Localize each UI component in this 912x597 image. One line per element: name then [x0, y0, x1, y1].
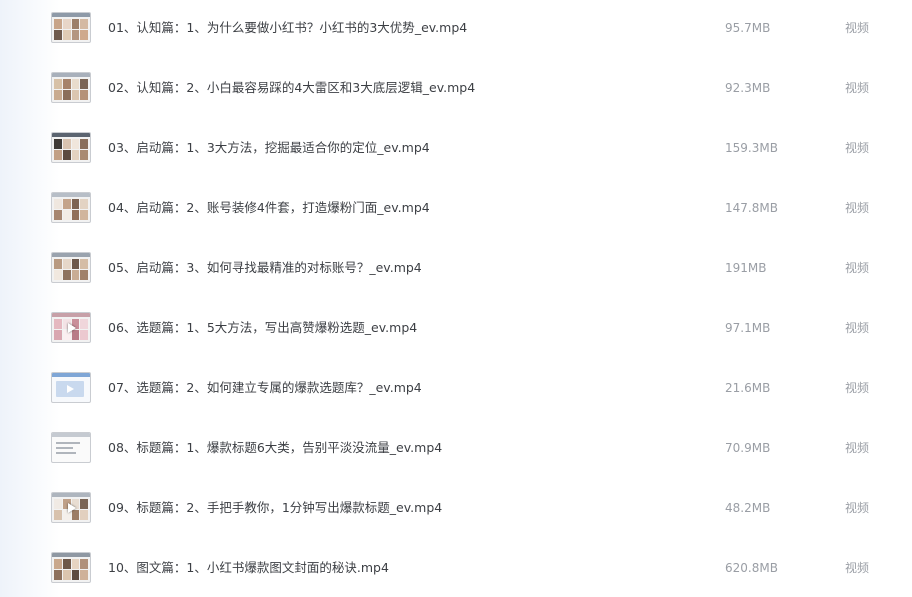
video-thumbnail-icon [51, 372, 91, 403]
file-row[interactable]: 07、选题篇：2、如何建立专属的爆款选题库？_ev.mp4 21.6MB 视频 [0, 366, 912, 410]
file-type: 视频 [845, 141, 870, 155]
file-type: 视频 [845, 321, 870, 335]
video-thumbnail-icon [51, 492, 91, 523]
file-size: 48.2MB [725, 501, 771, 515]
file-name: 04、启动篇：2、账号装修4件套，打造爆粉门面_ev.mp4 [108, 200, 430, 215]
file-row[interactable]: 05、启动篇：3、如何寻找最精准的对标账号？_ev.mp4 191MB 视频 [0, 246, 912, 290]
video-thumbnail-icon [51, 132, 91, 163]
file-name: 02、认知篇：2、小白最容易踩的4大雷区和3大底层逻辑_ev.mp4 [108, 80, 476, 95]
file-type: 视频 [845, 81, 870, 95]
file-type: 视频 [845, 201, 870, 215]
file-name: 10、图文篇：1、小红书爆款图文封面的秘诀.mp4 [108, 560, 389, 575]
file-row[interactable]: 09、标题篇：2、手把手教你，1分钟写出爆款标题_ev.mp4 48.2MB 视… [0, 486, 912, 530]
file-list: 01、认知篇：1、为什么要做小红书？小红书的3大优势_ev.mp4 95.7MB… [0, 0, 912, 597]
file-row[interactable]: 06、选题篇：1、5大方法，写出高赞爆粉选题_ev.mp4 97.1MB 视频 [0, 306, 912, 350]
file-name: 08、标题篇：1、爆款标题6大类，告别平淡没流量_ev.mp4 [108, 440, 443, 455]
file-name: 09、标题篇：2、手把手教你，1分钟写出爆款标题_ev.mp4 [108, 500, 443, 515]
file-size: 95.7MB [725, 21, 771, 35]
video-thumbnail-icon [51, 552, 91, 583]
file-size: 92.3MB [725, 81, 771, 95]
file-row[interactable]: 10、图文篇：1、小红书爆款图文封面的秘诀.mp4 620.8MB 视频 [0, 546, 912, 590]
video-thumbnail-icon [51, 192, 91, 223]
file-size: 147.8MB [725, 201, 778, 215]
file-size: 191MB [725, 261, 767, 275]
file-name: 05、启动篇：3、如何寻找最精准的对标账号？_ev.mp4 [108, 260, 422, 275]
file-type: 视频 [845, 501, 870, 515]
video-thumbnail-icon [51, 312, 91, 343]
video-thumbnail-icon [51, 12, 91, 43]
file-size: 159.3MB [725, 141, 778, 155]
file-type: 视频 [845, 381, 870, 395]
file-type: 视频 [845, 441, 870, 455]
file-type: 视频 [845, 561, 870, 575]
file-size: 620.8MB [725, 561, 778, 575]
file-row[interactable]: 04、启动篇：2、账号装修4件套，打造爆粉门面_ev.mp4 147.8MB 视… [0, 186, 912, 230]
video-thumbnail-icon [51, 252, 91, 283]
file-size: 97.1MB [725, 321, 771, 335]
file-row[interactable]: 03、启动篇：1、3大方法，挖掘最适合你的定位_ev.mp4 159.3MB 视… [0, 126, 912, 170]
video-thumbnail-icon [51, 432, 91, 463]
file-name: 03、启动篇：1、3大方法，挖掘最适合你的定位_ev.mp4 [108, 140, 430, 155]
file-size: 70.9MB [725, 441, 771, 455]
file-type: 视频 [845, 21, 870, 35]
file-type: 视频 [845, 261, 870, 275]
file-row[interactable]: 08、标题篇：1、爆款标题6大类，告别平淡没流量_ev.mp4 70.9MB 视… [0, 426, 912, 470]
file-name: 01、认知篇：1、为什么要做小红书？小红书的3大优势_ev.mp4 [108, 20, 468, 35]
video-thumbnail-icon [51, 72, 91, 103]
file-row[interactable]: 02、认知篇：2、小白最容易踩的4大雷区和3大底层逻辑_ev.mp4 92.3M… [0, 66, 912, 110]
file-row[interactable]: 01、认知篇：1、为什么要做小红书？小红书的3大优势_ev.mp4 95.7MB… [0, 6, 912, 50]
file-name: 06、选题篇：1、5大方法，写出高赞爆粉选题_ev.mp4 [108, 320, 418, 335]
file-name: 07、选题篇：2、如何建立专属的爆款选题库？_ev.mp4 [108, 380, 422, 395]
file-size: 21.6MB [725, 381, 771, 395]
